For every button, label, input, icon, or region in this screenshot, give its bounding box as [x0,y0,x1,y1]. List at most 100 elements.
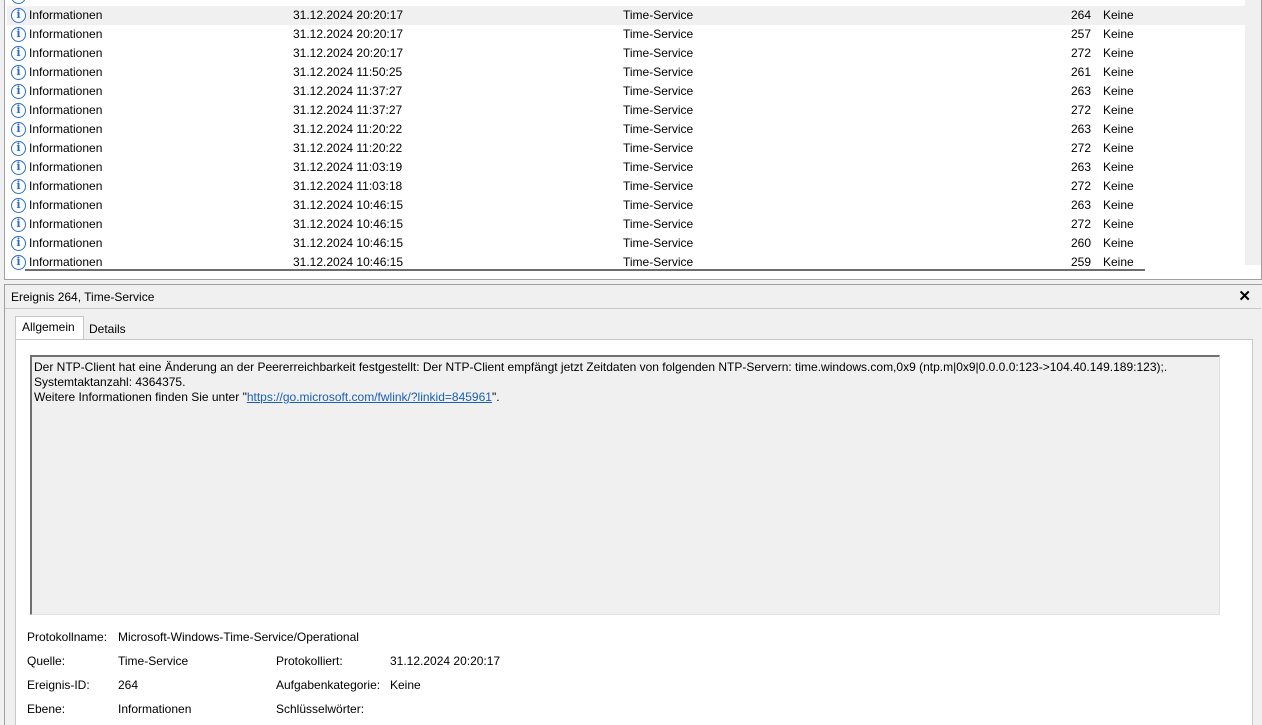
detail-header: Ereignis 264, Time-Service ✕ [5,285,1261,309]
row-task-category: Keine [1103,46,1134,60]
message-line-1: Der NTP-Client hat eine Änderung an der … [34,360,1168,374]
event-list[interactable]: iInformationen31.12.2024 20:20:18Time-Se… [4,0,1262,280]
row-date: 31.12.2024 11:03:18 [293,179,403,193]
row-task-category: Keine [1103,179,1134,193]
row-source: Time-Service [623,217,694,231]
row-event-id: 264 [1070,8,1091,22]
row-source: Time-Service [623,84,694,98]
message-line-3: Weitere Informationen finden Sie unter "… [34,390,1217,405]
event-message[interactable]: Der NTP-Client hat eine Änderung an der … [30,355,1220,615]
row-task-category: Keine [1103,103,1134,117]
level-value: Informationen [118,702,192,716]
category-label: Aufgabenkategorie: [276,678,381,692]
info-icon: i [11,8,26,23]
row-task-category: Keine [1103,8,1134,22]
row-level: Informationen [29,65,103,79]
table-row[interactable]: i Informationen 31.12.2024 11:37:27 Time-Se… [7,101,1247,120]
row-source: Time-Service [623,46,694,60]
row-task-category: Keine [1103,236,1134,250]
row-source: Time-Service [623,141,694,155]
row-task-category: Keine [1103,84,1134,98]
info-icon: i [11,160,26,175]
info-icon: i [11,217,26,232]
row-date: 31.12.2024 10:46:15 [293,198,404,212]
logged-label: Protokolliert: [276,654,343,668]
tab-details[interactable]: Details [85,319,130,339]
row-level: Informationen [29,141,103,155]
table-row[interactable]: i Informationen 31.12.2024 20:20:17 Time-Se… [7,25,1247,44]
logname-label: Protokollname: [27,630,108,644]
horizontal-scrollbar[interactable] [25,269,1145,271]
message-line-2: Systemtaktanzahl: 4364375. [34,375,186,389]
row-level: Informationen [29,179,103,193]
row-event-id: 263 [1070,122,1091,136]
table-row[interactable]: i Informationen 31.12.2024 11:20:22 Time-Se… [7,120,1247,139]
row-event-id: 260 [1070,236,1091,250]
row-level: Informationen [29,27,103,41]
row-date: 31.12.2024 11:20:22 [293,141,403,155]
level-label: Ebene: [27,702,66,716]
row-level: Informationen [29,217,103,231]
row-date: 31.12.2024 11:37:27 [293,103,403,117]
table-row[interactable]: i Informationen 31.12.2024 10:46:15 Time-Se… [7,234,1247,253]
message-line-3-prefix: Weitere Informationen finden Sie unter " [34,390,247,404]
info-icon: i [11,65,26,80]
eventid-label: Ereignis-ID: [27,678,90,692]
info-icon: i [11,179,26,194]
table-row[interactable]: i Informationen 31.12.2024 11:03:18 Time-Se… [7,177,1247,196]
info-icon: i [11,255,26,270]
row-source: Time-Service [623,65,694,79]
row-task-category: Keine [1103,198,1134,212]
row-source: Time-Service [623,122,694,136]
table-row[interactable]: i Informationen 31.12.2024 11:03:19 Time-Se… [7,158,1247,177]
table-row[interactable]: i Informationen 31.12.2024 20:20:17 Time-Se… [7,6,1247,25]
row-date: 31.12.2024 11:50:25 [293,65,403,79]
row-source: Time-Service [623,103,694,117]
logged-value: 31.12.2024 20:20:17 [390,654,501,668]
row-date: 31.12.2024 20:20:17 [293,8,404,22]
row-date: 31.12.2024 11:03:19 [293,160,403,174]
row-level: Informationen [29,46,103,60]
row-date: 31.12.2024 11:20:22 [293,122,403,136]
table-row[interactable]: i Informationen 31.12.2024 10:46:15 Time-Se… [7,196,1247,215]
event-detail-pane: Ereignis 264, Time-Service ✕ Allgemein D… [4,284,1262,725]
info-icon: i [11,27,26,42]
row-event-id: 261 [1070,65,1091,79]
message-line-3-suffix: ". [491,390,500,404]
table-row[interactable]: i Informationen 31.12.2024 11:50:25 Time-Se… [7,63,1247,82]
vertical-scrollbar[interactable] [1245,0,1261,265]
row-source: Time-Service [623,236,694,250]
row-date: 31.12.2024 10:46:15 [293,236,404,250]
info-icon: i [11,84,26,99]
row-level: Informationen [29,160,103,174]
table-row[interactable]: i Informationen 31.12.2024 11:20:22 Time-Se… [7,139,1247,158]
row-task-category: Keine [1103,122,1134,136]
row-event-id: 263 [1070,84,1091,98]
more-info-link[interactable]: https://go.microsoft.com/fwlink/?linkid=… [247,390,492,404]
row-task-category: Keine [1103,160,1134,174]
tab-general[interactable]: Allgemein [15,316,84,339]
row-event-id: 263 [1070,198,1091,212]
row-source: Time-Service [623,198,694,212]
logname-value: Microsoft-Windows-Time-Service/Operation… [118,630,359,644]
close-icon[interactable]: ✕ [1238,285,1251,309]
info-icon: i [11,236,26,251]
row-task-category: Keine [1103,27,1134,41]
row-event-id: 263 [1070,160,1091,174]
source-value: Time-Service [118,654,189,668]
row-task-category: Keine [1103,217,1134,231]
table-row[interactable]: i Informationen 31.12.2024 11:37:27 Time-Se… [7,82,1247,101]
row-event-id: 272 [1070,103,1091,117]
table-row[interactable]: i Informationen 31.12.2024 10:46:15 Time-Se… [7,215,1247,234]
row-level: Informationen [29,103,103,117]
detail-title: Ereignis 264, Time-Service [11,290,155,304]
category-value: Keine [390,678,421,692]
info-icon: i [11,103,26,118]
row-source: Time-Service [623,160,694,174]
row-level: Informationen [29,84,103,98]
row-level: Informationen [29,8,103,22]
row-task-category: Keine [1103,141,1134,155]
table-row[interactable]: i Informationen 31.12.2024 20:20:17 Time-Se… [7,44,1247,63]
row-date: 31.12.2024 10:46:15 [293,217,404,231]
eventid-value: 264 [118,678,139,692]
